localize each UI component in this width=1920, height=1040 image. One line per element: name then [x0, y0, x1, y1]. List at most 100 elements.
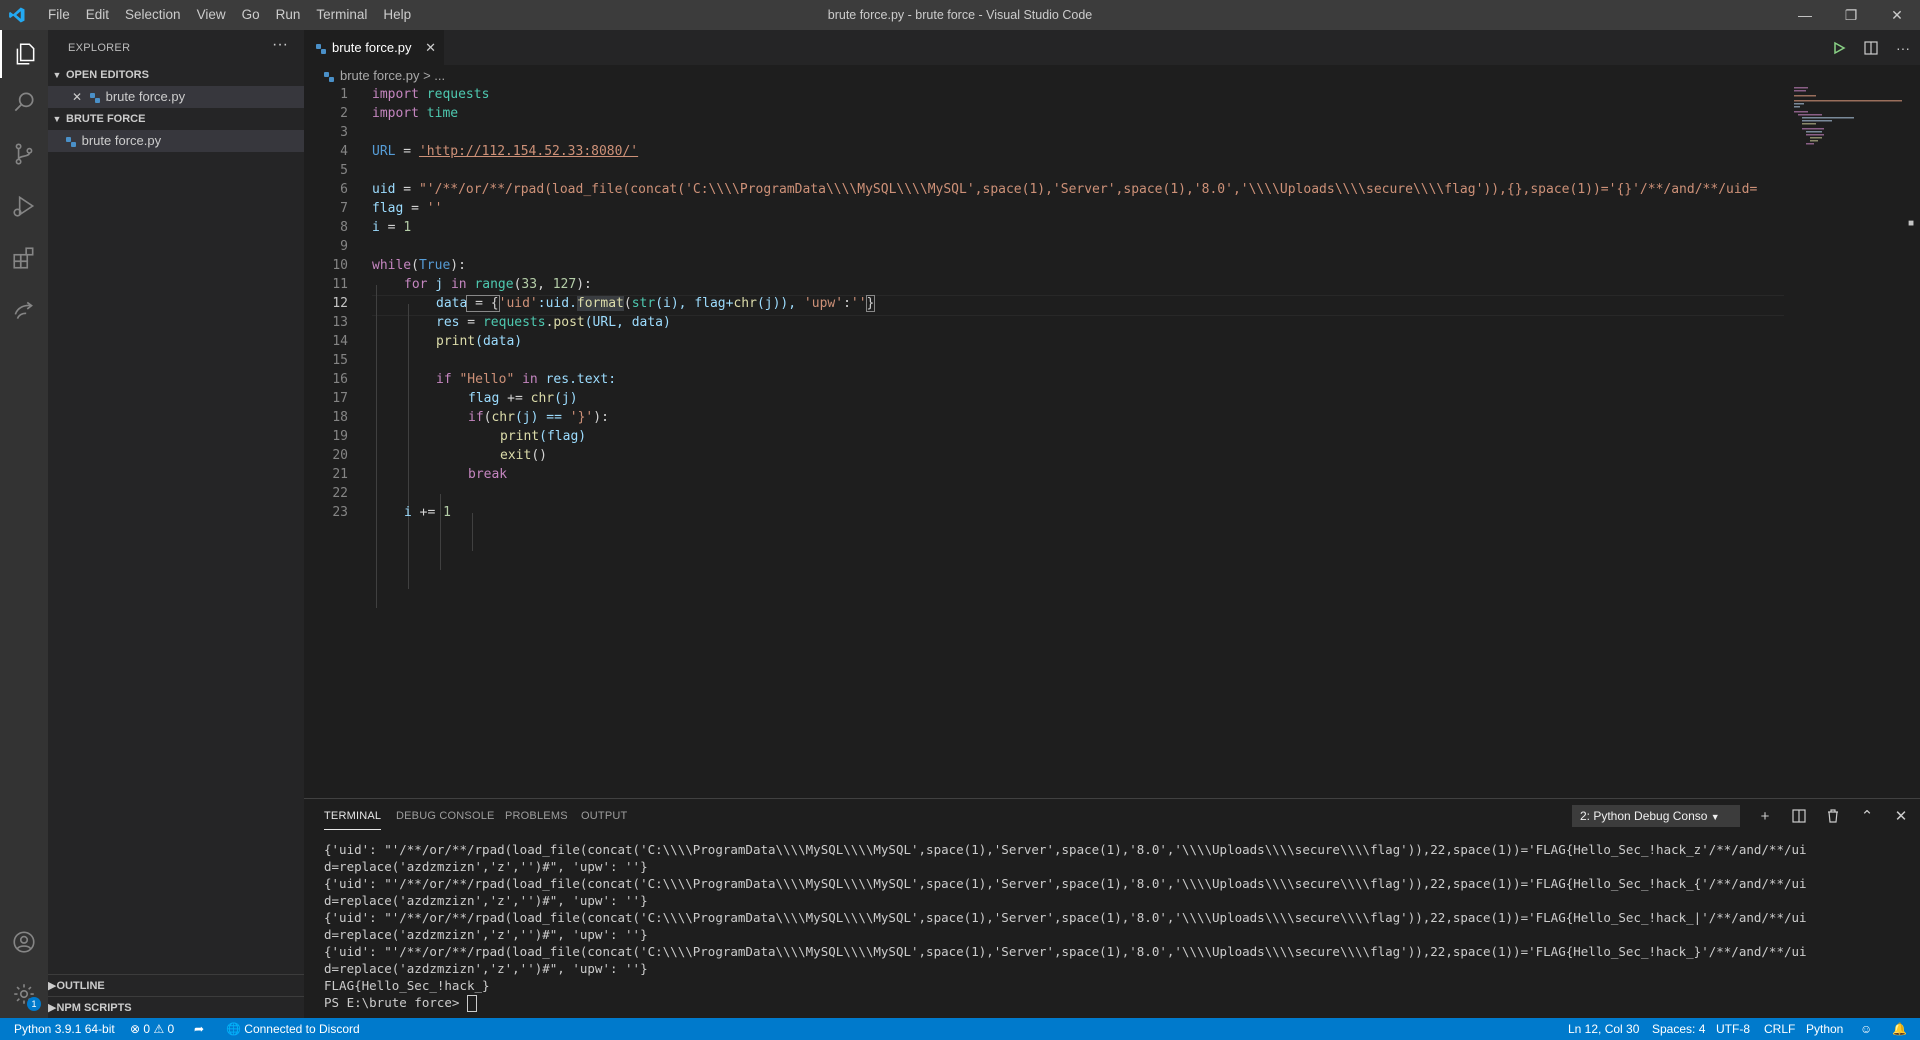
tab-problems[interactable]: PROBLEMS: [505, 799, 568, 833]
brute-force-folder-section[interactable]: ▼ BRUTE FORCE: [48, 108, 304, 130]
indentation[interactable]: Spaces: 4: [1652, 1018, 1705, 1040]
open-editor-item[interactable]: ✕ brute force.py: [48, 86, 304, 108]
string-literal[interactable]: 'http://112.154.52.33:8080/': [419, 144, 638, 159]
identifier: res: [436, 315, 460, 330]
terminal-line: {'uid': "'/**/or/**/rpad(load_file(conca…: [324, 910, 1807, 925]
terminal-cursor: [467, 995, 477, 1012]
module-name: requests: [426, 87, 490, 102]
language-mode[interactable]: Python: [1806, 1018, 1843, 1040]
encoding[interactable]: UTF-8: [1716, 1018, 1750, 1040]
terminal-prompt: PS E:\brute force>: [324, 995, 467, 1010]
menu-selection[interactable]: Selection: [117, 0, 189, 30]
discord-status[interactable]: 🌐 Connected to Discord: [226, 1018, 360, 1040]
code-line: print(data): [436, 334, 522, 349]
close-window-icon[interactable]: ✕: [1874, 0, 1920, 30]
terminal-output[interactable]: {'uid': "'/**/or/**/rpad(load_file(conca…: [324, 841, 1807, 1012]
line-number: 6: [340, 182, 348, 197]
menu-help[interactable]: Help: [375, 0, 419, 30]
terminal-line: d=replace('azdzmzizn','z','')#", 'upw': …: [324, 859, 648, 874]
more-actions-icon[interactable]: ···: [272, 36, 288, 54]
tab-brute-force-py[interactable]: brute force.py ✕: [304, 30, 444, 65]
tab-debug-console[interactable]: DEBUG CONSOLE: [396, 799, 495, 833]
explorer-icon[interactable]: [0, 30, 48, 78]
line-number: 13: [332, 315, 348, 330]
close-panel-icon[interactable]: ✕: [1890, 805, 1912, 827]
menu-file[interactable]: File: [40, 0, 78, 30]
minimize-icon[interactable]: —: [1782, 0, 1828, 30]
settings-icon[interactable]: 1: [0, 970, 48, 1018]
source-control-icon[interactable]: [0, 130, 48, 178]
tab-output[interactable]: OUTPUT: [581, 799, 627, 833]
keyword: import: [372, 106, 419, 121]
run-debug-icon[interactable]: [0, 182, 48, 230]
minimap[interactable]: [1784, 87, 1904, 797]
string-literal: 'uid': [498, 296, 538, 311]
tab-terminal[interactable]: TERMINAL: [324, 799, 382, 830]
menu-edit[interactable]: Edit: [78, 0, 117, 30]
indent-guide: [376, 285, 377, 608]
operator: =: [403, 201, 427, 216]
menu-run[interactable]: Run: [268, 0, 309, 30]
remote-icon[interactable]: [0, 286, 48, 334]
new-terminal-icon[interactable]: +: [1754, 805, 1776, 827]
code-line: while(True):: [372, 258, 466, 273]
title-bar: File Edit Selection View Go Run Terminal…: [0, 0, 1920, 30]
search-icon[interactable]: [0, 78, 48, 126]
editor-tab-bar: brute force.py ✕ ···: [304, 30, 1920, 65]
feedback-icon[interactable]: ☺: [1860, 1018, 1872, 1040]
live-share-icon[interactable]: ➦: [194, 1018, 204, 1040]
end-of-line[interactable]: CRLF: [1764, 1018, 1795, 1040]
identifier: (URL, data): [584, 315, 671, 330]
line-number: 20: [332, 448, 348, 463]
code-line: uid = "'/**/or/**/rpad(load_file(concat(…: [372, 182, 1784, 197]
open-editors-label: OPEN EDITORS: [66, 69, 149, 81]
file-tree-item[interactable]: brute force.py: [48, 130, 304, 152]
trash-icon[interactable]: [1822, 805, 1844, 827]
extensions-icon[interactable]: [0, 234, 48, 282]
punctuation: (): [531, 448, 547, 463]
identifier: i: [372, 220, 380, 235]
npm-scripts-section[interactable]: ▶NPM SCRIPTS: [48, 996, 304, 1019]
restore-icon[interactable]: ❐: [1828, 0, 1874, 30]
open-editors-section[interactable]: ▼ OPEN EDITORS: [48, 64, 304, 86]
npm-scripts-label: NPM SCRIPTS: [56, 1002, 132, 1014]
function-name: print: [436, 334, 476, 349]
notifications-icon[interactable]: 🔔: [1892, 1018, 1907, 1040]
string-literal: '': [850, 296, 867, 311]
python-interpreter[interactable]: Python 3.9.1 64-bit: [14, 1018, 115, 1040]
identifier: (data): [475, 334, 523, 349]
account-icon[interactable]: [0, 918, 48, 966]
close-tab-icon[interactable]: ✕: [425, 30, 436, 65]
punctuation: ,: [537, 277, 553, 292]
open-editor-filename: brute force.py: [105, 89, 186, 104]
discord-label: Connected to Discord: [244, 1022, 360, 1036]
punctuation: ):: [593, 410, 609, 425]
identifier: flag: [372, 201, 404, 216]
code-line: i = 1: [372, 220, 411, 235]
line-number: 9: [340, 239, 348, 254]
split-editor-icon[interactable]: [1856, 30, 1886, 65]
split-terminal-icon[interactable]: [1788, 805, 1810, 827]
code-editor[interactable]: 1 2 3 4 5 6 7 8 9 10 11 12 13 14 15 16 1…: [304, 87, 1784, 608]
run-file-icon[interactable]: [1824, 30, 1854, 65]
line-number: 3: [340, 125, 348, 140]
keyword: if: [468, 410, 484, 425]
function-name: post: [553, 315, 585, 330]
function-name: format: [576, 296, 624, 311]
problems-indicator[interactable]: ⊗ 0 ⚠ 0: [130, 1018, 174, 1040]
cursor-position[interactable]: Ln 12, Col 30: [1568, 1018, 1639, 1040]
string-literal: 'upw': [803, 296, 844, 311]
chevron-down-icon: ▼: [52, 114, 62, 124]
scrollbar-cursor-marker[interactable]: ■: [1908, 218, 1918, 229]
menu-view[interactable]: View: [189, 0, 234, 30]
close-editor-icon[interactable]: ✕: [68, 86, 86, 108]
terminal-select[interactable]: 2: Python Debug Conso ▼: [1572, 805, 1740, 827]
more-actions-icon[interactable]: ···: [1888, 30, 1918, 65]
outline-section[interactable]: ▶OUTLINE: [48, 974, 304, 997]
maximize-panel-icon[interactable]: ⌃: [1856, 805, 1878, 827]
menu-terminal[interactable]: Terminal: [308, 0, 375, 30]
minimap-preview: [1794, 87, 1902, 145]
menu-go[interactable]: Go: [234, 0, 268, 30]
keyword: while: [372, 258, 412, 273]
breadcrumb-path[interactable]: brute force.py > ...: [340, 68, 445, 83]
